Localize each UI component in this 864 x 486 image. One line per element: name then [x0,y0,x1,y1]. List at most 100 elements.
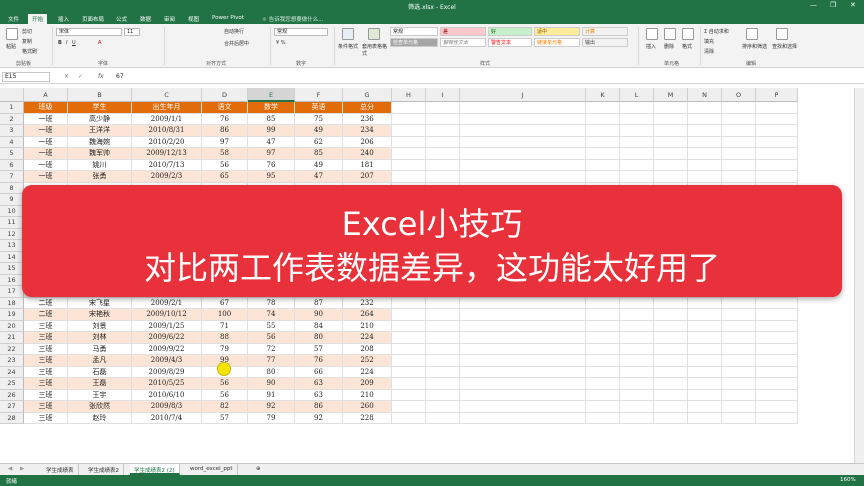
grid-cell[interactable] [688,125,722,137]
grid-cell[interactable] [654,309,688,321]
grid-cell[interactable]: 80 [295,332,343,344]
grid-cell[interactable] [756,412,798,424]
grid-cell[interactable]: 62 [295,136,343,148]
maximize-button[interactable]: ❐ [830,1,836,9]
table-header-cell[interactable]: 学生 [68,102,132,114]
grid-cell[interactable] [756,366,798,378]
grid-cell[interactable]: 高少静 [68,113,132,125]
grid-cell[interactable] [722,148,756,160]
sort-filter-button[interactable]: 排序和筛选 [742,43,767,50]
grid-cell[interactable]: 95 [248,171,295,183]
grid-cell[interactable] [620,136,654,148]
grid-cell[interactable]: 232 [343,297,392,309]
row-header[interactable]: 24 [0,366,24,378]
grid-cell[interactable] [586,297,620,309]
cut-button[interactable]: 剪切 [22,28,32,35]
fill-button[interactable]: 填充 [704,38,714,45]
grid-cell[interactable] [654,332,688,344]
row-header[interactable]: 21 [0,332,24,344]
grid-cell[interactable]: 一班 [24,136,68,148]
column-header[interactable]: O [722,88,756,102]
grid-cell[interactable] [426,148,460,160]
grid-cell[interactable]: 三班 [24,401,68,413]
grid-cell[interactable]: 49 [295,159,343,171]
row-header[interactable]: 4 [0,136,24,148]
table-header-cell[interactable]: 总分 [343,102,392,114]
grid-cell[interactable]: 252 [343,355,392,367]
prev-sheet-icon[interactable]: ◀ [4,464,16,475]
grid-cell[interactable] [722,309,756,321]
column-header[interactable]: P [756,88,798,102]
insert-cells-icon[interactable] [646,28,658,40]
grid-cell[interactable] [688,320,722,332]
sheet-tab[interactable]: 学生成绩表2 [84,464,124,475]
style-explanatory[interactable]: 解释性文本 [440,38,486,47]
row-header[interactable]: 18 [0,297,24,309]
grid-cell[interactable]: 99 [248,125,295,137]
grid-cell[interactable]: 240 [343,148,392,160]
column-header[interactable]: K [586,88,620,102]
column-header[interactable]: M [654,88,688,102]
grid-cell[interactable]: 56 [248,332,295,344]
grid-cell[interactable]: 79 [202,343,248,355]
select-all-corner[interactable] [0,88,24,102]
grid-cell[interactable]: 三班 [24,332,68,344]
grid-cell[interactable]: 2009/8/29 [132,366,202,378]
grid-cell[interactable] [688,171,722,183]
grid-cell[interactable] [392,148,426,160]
grid-cell[interactable]: 2009/8/3 [132,401,202,413]
grid-cell[interactable] [756,136,798,148]
autosum-button[interactable]: Σ 自动求和 [704,28,729,35]
grid-cell[interactable]: 84 [295,320,343,332]
grid-cell[interactable]: 王洋洋 [68,125,132,137]
grid-cell[interactable] [426,171,460,183]
grid-cell[interactable]: 85 [295,148,343,160]
row-header[interactable]: 1 [0,102,24,114]
bold-button[interactable]: B [58,40,62,46]
grid-cell[interactable] [392,366,426,378]
grid-cell[interactable]: 260 [343,401,392,413]
grid-cell[interactable]: 57 [295,343,343,355]
tab-data[interactable]: 数据 [136,14,155,24]
grid-cell[interactable]: 二班 [24,309,68,321]
grid-cell[interactable]: 2009/2/1 [132,297,202,309]
grid-cell[interactable] [620,343,654,355]
grid-cell[interactable] [722,102,756,114]
grid-cell[interactable]: 76 [248,159,295,171]
grid-cell[interactable] [620,159,654,171]
grid-cell[interactable] [460,171,586,183]
grid-cell[interactable] [392,136,426,148]
grid-cell[interactable] [426,412,460,424]
grid-cell[interactable]: 三班 [24,320,68,332]
grid-cell[interactable] [392,412,426,424]
column-header[interactable]: B [68,88,132,102]
grid-cell[interactable] [620,113,654,125]
grid-cell[interactable] [460,366,586,378]
grid-cell[interactable] [756,102,798,114]
grid-cell[interactable]: 71 [202,320,248,332]
grid-cell[interactable]: 三班 [24,366,68,378]
grid-cell[interactable] [586,159,620,171]
grid-cell[interactable]: 王宇 [68,389,132,401]
format-cells-button[interactable]: 格式 [682,43,692,50]
grid-cell[interactable] [654,136,688,148]
row-header[interactable]: 5 [0,148,24,160]
row-header[interactable]: 23 [0,355,24,367]
table-header-cell[interactable]: 英语 [295,102,343,114]
grid-cell[interactable] [620,320,654,332]
grid-cell[interactable] [392,113,426,125]
grid-cell[interactable] [722,343,756,355]
grid-cell[interactable]: 2009/6/22 [132,332,202,344]
grid-cell[interactable] [756,148,798,160]
grid-cell[interactable] [654,389,688,401]
grid-cell[interactable]: 2010/5/25 [132,378,202,390]
grid-cell[interactable] [756,309,798,321]
tab-power-pivot[interactable]: Power Pivot [208,14,248,24]
grid-cell[interactable]: 2009/4/3 [132,355,202,367]
grid-cell[interactable] [756,171,798,183]
grid-cell[interactable]: 85 [248,113,295,125]
grid-cell[interactable]: 三班 [24,389,68,401]
style-output[interactable]: 输出 [582,38,628,47]
grid-cell[interactable]: 47 [248,136,295,148]
grid-cell[interactable]: 刘景 [68,320,132,332]
